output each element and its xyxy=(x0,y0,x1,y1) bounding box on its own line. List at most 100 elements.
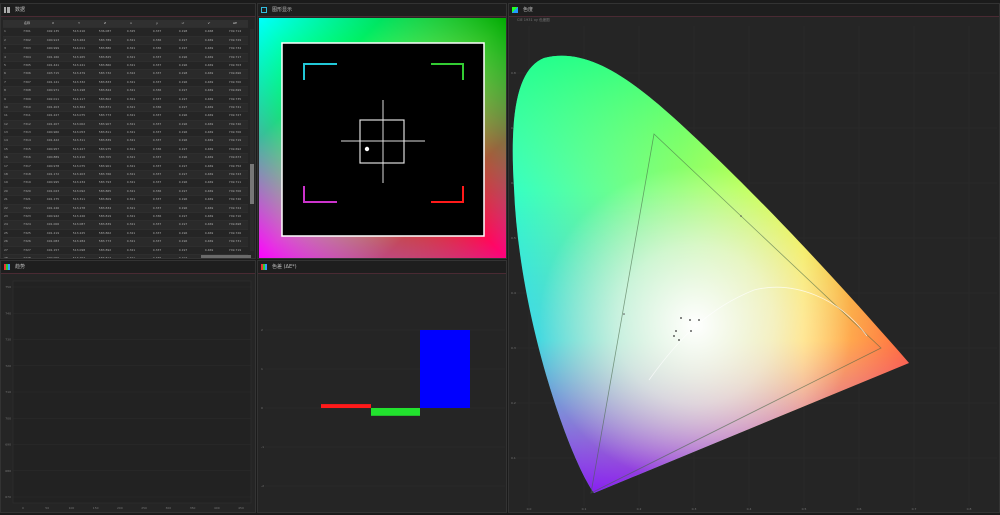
table-cell: 491.246 xyxy=(46,205,60,210)
y-tick-label: 720 xyxy=(5,364,11,368)
table-row[interactable]: 12 7312 491.207 513.002 583.907 0.321 0.337 0.1… xyxy=(3,120,248,130)
table-row[interactable]: 7 7307 491.141 513.332 583.833 0.321 0.337 0.19… xyxy=(3,79,248,88)
table-cell: 513.216 xyxy=(72,29,86,34)
table-cell: 513.053 xyxy=(72,130,86,135)
table-row[interactable]: 6 7306 493.715 513.479 583.732 0.322 0.337 0.19… xyxy=(3,70,248,79)
display-icon xyxy=(261,7,267,13)
table-row[interactable]: 10 7310 491.203 513.364 583.871 0.321 0.336 0.1… xyxy=(3,103,248,113)
table-cell: 7319 xyxy=(23,180,31,185)
table-cell: 583.880 xyxy=(98,46,112,51)
vertical-scrollbar[interactable] xyxy=(250,29,254,251)
table-cell: 490.913 xyxy=(46,37,60,42)
measurement-point[interactable] xyxy=(673,335,675,337)
measurement-point[interactable] xyxy=(678,339,680,341)
table-row[interactable]: 17 7317 490.978 513.075 583.901 0.321 0.337 0.1… xyxy=(3,163,248,172)
table-cell: 749.740 xyxy=(228,197,242,202)
measurement-point[interactable] xyxy=(680,317,682,319)
measurement-point[interactable] xyxy=(689,319,691,321)
table-cell: 583.802 xyxy=(98,96,112,101)
table-row[interactable]: 1 7301 492.135 513.216 536.087 0.325 0.337 0.19… xyxy=(3,28,248,37)
y-tick-label: 750 xyxy=(5,285,11,289)
table-cell: 0.469 xyxy=(204,62,214,67)
table-row[interactable]: 27 7327 491.157 513.098 583.892 0.321 0.337 0.1… xyxy=(3,247,248,255)
table-cell: 0.336 xyxy=(152,104,162,109)
table-cell: 1 xyxy=(4,29,6,34)
table-row[interactable]: 25 7325 491.219 513.225 583.862 0.321 0.337 0.1… xyxy=(3,230,248,239)
table-cell: 7303 xyxy=(23,46,31,51)
table-cell: 513.311 xyxy=(72,197,86,202)
table-cell: 7314 xyxy=(23,138,31,143)
table-cell: 583.732 xyxy=(98,71,112,76)
table-cell: 18 xyxy=(4,172,8,177)
table-cell: 0.469 xyxy=(204,155,214,160)
table-cell: 0.321 xyxy=(126,62,136,67)
table-cell: 583.789 xyxy=(98,37,112,42)
table-cell: 583.907 xyxy=(98,121,112,126)
table-cell: 749.727 xyxy=(228,113,242,118)
bar-g[interactable] xyxy=(371,408,420,416)
pattern-display[interactable] xyxy=(259,18,507,258)
table-row[interactable]: 19 7319 490.995 513.234 583.793 0.321 0.337 0.1… xyxy=(3,179,248,188)
table-row[interactable]: 26 7326 491.083 513.284 583.773 0.321 0.337 0.1… xyxy=(3,238,248,247)
table-row[interactable]: 21 7321 491.175 513.311 583.809 0.321 0.337 0.1… xyxy=(3,196,248,205)
delta-bar-chart[interactable]: 210-1-2-3 xyxy=(259,275,507,513)
table-cell: 583.817 xyxy=(98,255,112,259)
table-cell: 491.175 xyxy=(46,197,60,202)
measurement-point[interactable] xyxy=(698,319,700,321)
y-tick-label: 0.2 xyxy=(511,401,516,405)
table-row[interactable]: 14 7314 491.422 513.311 583.839 0.321 0.337 0.1… xyxy=(3,137,248,146)
table-header[interactable]: 名称 X Y Zx y u' v' ΔE xyxy=(3,20,248,29)
table-cell: 583.825 xyxy=(98,54,112,59)
table-row[interactable]: 20 7320 491.023 513.092 583.865 0.321 0.336 0.1… xyxy=(3,187,248,197)
bar-b[interactable] xyxy=(420,330,470,408)
measurement-point[interactable] xyxy=(690,330,692,332)
table-row[interactable]: 9 7309 492.011 514.117 583.802 0.321 0.337 0.19… xyxy=(3,96,248,104)
table-cell: 7304 xyxy=(23,54,31,59)
trend-chart[interactable]: 750 740 730 720 710 700 690 680 670 0 50 100 150 200 2… xyxy=(1,275,255,513)
y-tick-label: 0.5 xyxy=(511,236,516,240)
table-row[interactable]: 16 7316 490.889 513.216 583.705 0.321 0.337 0.1… xyxy=(3,154,248,163)
table-cell: 7326 xyxy=(23,239,31,244)
table-cell: 583.892 xyxy=(98,247,112,252)
table-row[interactable]: 5 7305 491.441 513.241 583.860 0.321 0.337 0.19… xyxy=(3,62,248,71)
table-row[interactable]: 15 7315 490.957 513.227 583.975 0.321 0.336 0.1… xyxy=(3,146,248,155)
table-cell: 0.337 xyxy=(152,155,162,160)
table-cell: 7328 xyxy=(23,255,31,259)
table-row[interactable]: 23 7323 490.942 513.226 583.819 0.321 0.336 0.1… xyxy=(3,213,248,222)
table-cell: 0.469 xyxy=(204,205,214,210)
table-cell: 0.469 xyxy=(204,172,214,177)
measurement-point[interactable] xyxy=(675,330,677,332)
table-cell: 7 xyxy=(4,79,6,84)
table-row[interactable]: 11 7311 491.227 513.075 583.773 0.321 0.337 0.1… xyxy=(3,112,248,121)
x-tick-label: 0.6 xyxy=(857,507,862,511)
table-row[interactable]: 8 7308 490.971 513.198 583.844 0.321 0.336 0.19… xyxy=(3,87,248,96)
table-cell: 0.321 xyxy=(126,239,136,244)
table-row[interactable]: 13 7313 490.960 513.053 583.811 0.321 0.337 0.1… xyxy=(3,129,248,138)
table-row[interactable]: 3 7303 490.999 514.011 583.880 0.321 0.336 0.19… xyxy=(3,45,248,54)
scroll-thumb[interactable] xyxy=(250,164,254,204)
table-cell: 0.337 xyxy=(152,205,162,210)
table-row[interactable]: 2 7302 490.913 513.264 583.789 0.321 0.336 0.19… xyxy=(3,36,248,46)
spectral-locus-fill xyxy=(512,55,909,493)
table-cell: 749.734 xyxy=(228,46,242,51)
table-row[interactable]: 22 7322 491.246 513.278 583.834 0.321 0.337 0.1… xyxy=(3,204,248,213)
table-row[interactable]: 24 7324 491.006 513.087 583.839 0.321 0.337 0.1… xyxy=(3,221,248,230)
table-cell: 513.075 xyxy=(72,113,86,118)
cie-diagram[interactable]: 0.8 0.7 0.6 0.5 0.4 0.3 0.2 0.1 0.0 0.1 0.2 0.3 0.4 0… xyxy=(509,18,999,513)
panel-title: 色度 xyxy=(523,7,534,13)
data-table[interactable]: 名称 X Y Zx y u' v' ΔE 1 7301 492.135 513.216 536.087 0… xyxy=(3,20,248,259)
table-row[interactable]: 18 7318 491.172 513.203 583.766 0.321 0.337 0.1… xyxy=(3,171,248,180)
panel-title: 色差 (ΔE*) xyxy=(272,264,297,270)
table-cell: 0.196 xyxy=(178,197,188,202)
table-cell: 0.336 xyxy=(152,37,162,42)
table-row[interactable]: 4 7304 491.160 513.265 583.825 0.321 0.337 0.19… xyxy=(3,53,248,62)
table-cell: 513.075 xyxy=(72,163,86,168)
y-tick-label: 0.3 xyxy=(511,346,516,350)
x-tick-label: 0 xyxy=(22,506,24,510)
table-cell: 0.469 xyxy=(204,180,214,185)
horizontal-scrollbar[interactable] xyxy=(201,255,251,258)
table-cell: 491.160 xyxy=(46,54,60,59)
table-cell: 0.322 xyxy=(126,71,136,76)
bar-r[interactable] xyxy=(321,404,371,408)
table-cell: 0.336 xyxy=(152,88,162,93)
